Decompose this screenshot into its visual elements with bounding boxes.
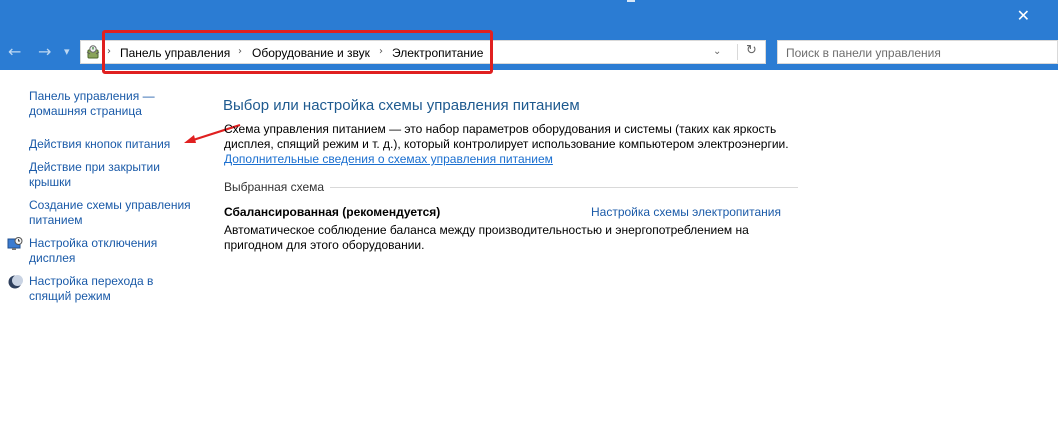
sidebar-item-label: Панель управления — <box>29 89 155 103</box>
plan-name: Сбалансированная (рекомендуется) <box>224 205 441 219</box>
window-titlebar: ✕ <box>0 0 1058 34</box>
sidebar-item-label: Настройка перехода в <box>29 274 154 288</box>
plan-description: Автоматическое соблюдение баланса между … <box>224 223 749 252</box>
page-description: Схема управления питанием — это набор па… <box>224 122 789 151</box>
address-divider <box>737 44 738 60</box>
sidebar-item-label: питанием <box>29 213 83 227</box>
close-icon[interactable]: ✕ <box>1017 8 1030 24</box>
sidebar-item-label: Создание схемы управления <box>29 198 191 212</box>
back-arrow-icon[interactable]: ← <box>8 42 21 62</box>
sidebar-item-sleep-settings[interactable]: Настройка перехода в спящий режим <box>29 274 153 304</box>
titlebar-marker <box>627 0 635 2</box>
search-placeholder: Поиск в панели управления <box>786 46 941 60</box>
sidebar-item-label: спящий режим <box>29 289 111 303</box>
sidebar-item-create-power-plan[interactable]: Создание схемы управления питанием <box>29 198 191 228</box>
sidebar-item-label: Действие при закрытии <box>29 160 160 174</box>
search-input[interactable]: Поиск в панели управления <box>777 40 1058 64</box>
sidebar-item-display-off-settings[interactable]: Настройка отключения дисплея <box>29 236 157 266</box>
power-options-icon <box>86 45 100 59</box>
moon-icon <box>8 275 23 289</box>
refresh-icon[interactable]: ↻ <box>746 43 757 59</box>
sidebar-item-label: Настройка отключения <box>29 236 158 250</box>
sidebar-item-label: Действия кнопок питания <box>29 137 171 151</box>
sidebar-item-label: домашняя страница <box>29 104 142 118</box>
selected-plan-section-label: Выбранная схема <box>224 180 325 194</box>
forward-arrow-icon[interactable]: → <box>38 42 51 62</box>
sidebar-item-control-panel-home[interactable]: Панель управления — домашняя страница <box>29 89 155 119</box>
section-divider <box>330 187 798 188</box>
sidebar-item-label: дисплея <box>29 251 76 265</box>
address-dropdown-icon[interactable]: ⌄ <box>713 45 721 59</box>
sidebar-item-label: крышки <box>29 175 72 189</box>
recent-locations-icon[interactable]: ▾ <box>64 42 70 62</box>
annotation-highlight-box <box>102 30 493 74</box>
plan-settings-link[interactable]: Настройка схемы электропитания <box>591 205 781 220</box>
sidebar-item-lid-close-action[interactable]: Действие при закрытии крышки <box>29 160 160 190</box>
monitor-clock-icon <box>7 237 23 250</box>
more-info-link[interactable]: Дополнительные сведения о схемах управле… <box>224 152 553 167</box>
page-title: Выбор или настройка схемы управления пит… <box>223 97 580 114</box>
sidebar-item-power-button-actions[interactable]: Действия кнопок питания <box>29 137 170 152</box>
